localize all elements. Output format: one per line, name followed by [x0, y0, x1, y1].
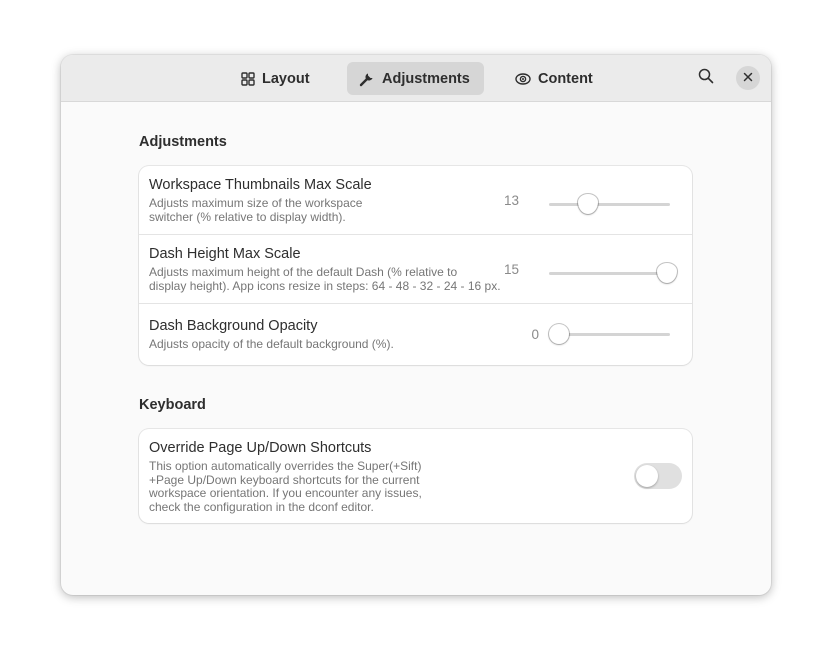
setting-subtitle-line: display height). App icons resize in ste… [149, 278, 501, 293]
slider-handle[interactable] [657, 263, 677, 283]
slider-handle[interactable] [578, 194, 598, 214]
tab-layout[interactable]: Layout [229, 62, 322, 95]
adjustments-card: Workspace Thumbnails Max Scale Adjusts m… [139, 166, 692, 365]
setting-title: Dash Background Opacity [149, 318, 318, 334]
setting-title: Override Page Up/Down Shortcuts [149, 440, 372, 456]
wrench-icon [359, 71, 375, 87]
search-icon [698, 68, 714, 89]
setting-title: Workspace Thumbnails Max Scale [149, 177, 372, 193]
setting-row-dash-height: Dash Height Max Scale Adjusts maximum he… [139, 234, 692, 304]
preferences-window: Layout Adjustments Content Adjustments W… [61, 55, 771, 595]
setting-subtitle-line: Adjusts maximum size of the workspace [149, 196, 363, 210]
setting-row-workspace-thumbnails: Workspace Thumbnails Max Scale Adjusts m… [139, 166, 692, 234]
close-button[interactable] [736, 66, 760, 90]
tab-content-label: Content [538, 70, 593, 87]
section-title-keyboard: Keyboard [139, 397, 206, 413]
setting-subtitle-line: Adjusts maximum height of the default Da… [149, 265, 458, 279]
setting-subtitle: Adjusts opacity of the default backgroun… [149, 337, 394, 352]
header-bar: Layout Adjustments Content [61, 55, 771, 102]
setting-title: Dash Height Max Scale [149, 246, 301, 262]
tab-content[interactable]: Content [503, 62, 605, 95]
keyboard-card: Override Page Up/Down Shortcuts This opt… [139, 429, 692, 523]
search-button[interactable] [696, 68, 716, 88]
tab-layout-label: Layout [262, 70, 310, 87]
slider-handle[interactable] [549, 324, 569, 344]
grid-icon [241, 71, 255, 86]
setting-subtitle-line: check the configuration in the dconf edi… [149, 499, 374, 514]
setting-subtitle-line: +Page Up/Down keyboard shortcuts for the… [149, 472, 420, 487]
setting-subtitle-line: workspace orientation. If you encounter … [149, 486, 422, 500]
slider-value: 13 [503, 193, 519, 208]
setting-row-page-up-down: Override Page Up/Down Shortcuts This opt… [139, 429, 692, 523]
slider-value: 15 [503, 262, 519, 277]
toggle-switch[interactable] [634, 463, 682, 489]
setting-subtitle-line: Adjusts opacity of the default backgroun… [149, 337, 394, 351]
tab-adjustments[interactable]: Adjustments [347, 62, 484, 95]
setting-subtitle-line: switcher (% relative to display width). [149, 209, 346, 224]
toggle-switch-thumb [636, 465, 658, 487]
setting-subtitle: This option automatically overrides the … [149, 459, 422, 514]
close-icon [743, 69, 753, 87]
setting-subtitle: Adjusts maximum size of the workspace sw… [149, 196, 363, 224]
slider-track[interactable] [549, 203, 670, 206]
eye-icon [515, 72, 531, 86]
slider-value: 0 [531, 327, 539, 342]
setting-row-dash-opacity: Dash Background Opacity Adjusts opacity … [139, 303, 692, 366]
setting-subtitle-line: This option automatically overrides the … [149, 459, 422, 473]
slider-track[interactable] [549, 272, 670, 275]
section-title-adjustments: Adjustments [139, 134, 227, 150]
tab-adjustments-label: Adjustments [382, 70, 470, 87]
setting-subtitle: Adjusts maximum height of the default Da… [149, 265, 501, 293]
